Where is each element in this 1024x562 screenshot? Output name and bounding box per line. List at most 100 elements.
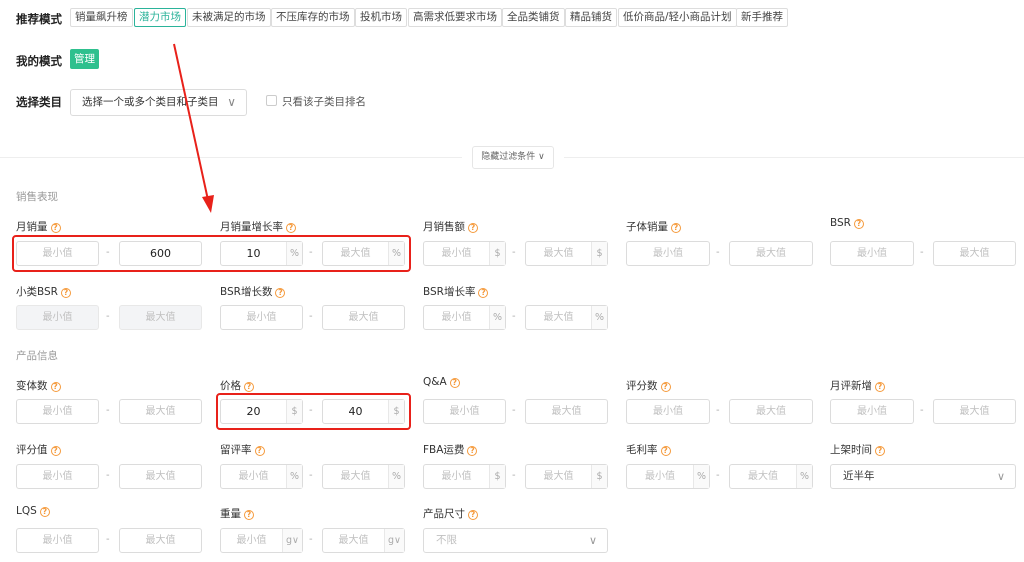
monthly-new-reviews-min-input[interactable]: 最小值 xyxy=(830,399,914,424)
tag-speculative-market[interactable]: 投机市场 xyxy=(355,8,407,27)
monthly-sales-label: 月销量? xyxy=(16,219,61,234)
help-icon[interactable]: ? xyxy=(478,288,489,298)
rating-min-input[interactable]: 最小值 xyxy=(16,464,99,489)
child-sales-max-input[interactable]: 最大值 xyxy=(729,241,813,266)
size-label: 产品尺寸? xyxy=(423,506,478,521)
fba-fee-max-ph: 最大值 xyxy=(543,471,574,482)
help-icon[interactable]: ? xyxy=(50,223,61,233)
rating-max-input[interactable]: 最大值 xyxy=(119,464,202,489)
help-icon[interactable]: ? xyxy=(244,510,254,520)
percent-unit: % xyxy=(388,465,404,488)
price-label-text: 价格 xyxy=(220,380,241,392)
category-select-text: 选择一个或多个类目和子类目 xyxy=(82,96,219,108)
qa-min-input[interactable]: 最小值 xyxy=(423,399,506,424)
divider-right xyxy=(564,157,1024,158)
range-dash: - xyxy=(106,311,110,322)
rating-label-text: 评分值 xyxy=(16,444,48,456)
sub-bsr-max-input[interactable]: 最大值 xyxy=(119,305,202,330)
help-icon[interactable]: ? xyxy=(671,223,681,233)
help-icon[interactable]: ? xyxy=(468,510,478,520)
help-icon[interactable]: ? xyxy=(449,378,460,388)
weight-unit-dropdown[interactable]: g∨ xyxy=(282,529,302,552)
bsr-growth-min-input[interactable]: 最小值 xyxy=(220,305,303,330)
help-icon[interactable]: ? xyxy=(244,382,254,392)
range-dash: - xyxy=(512,470,516,481)
bsr-growth-rate-min-input[interactable]: 最小值% xyxy=(423,305,506,330)
monthly-revenue-min-input[interactable]: 最小值 $ xyxy=(423,241,506,266)
bsr-min-input[interactable]: 最小值 xyxy=(830,241,914,266)
lqs-max-input[interactable]: 最大值 xyxy=(119,528,202,553)
variants-label-text: 变体数 xyxy=(16,380,48,392)
variants-label: 变体数? xyxy=(16,378,61,393)
qa-max-input[interactable]: 最大值 xyxy=(525,399,608,424)
tag-potential-market[interactable]: 潜力市场 xyxy=(134,8,186,27)
monthly-sales-growth-label-text: 月销量增长率 xyxy=(220,221,283,233)
help-icon[interactable]: ? xyxy=(39,507,50,517)
help-icon[interactable]: ? xyxy=(50,446,61,456)
category-select[interactable]: 选择一个或多个类目和子类目 ∨ xyxy=(70,89,247,116)
monthly-new-reviews-max-input[interactable]: 最大值 xyxy=(933,399,1016,424)
help-icon[interactable]: ? xyxy=(50,382,61,392)
weight-unit-dropdown[interactable]: g∨ xyxy=(384,529,404,552)
bsr-max-input[interactable]: 最大值 xyxy=(933,241,1016,266)
fba-fee-min-input[interactable]: 最小值 $ xyxy=(423,464,506,489)
bsr-growth-max-input[interactable]: 最大值 xyxy=(322,305,405,330)
tag-boutique[interactable]: 精品铺货 xyxy=(565,8,617,27)
bsr-growth-rate-max-input[interactable]: 最大值% xyxy=(525,305,608,330)
help-icon[interactable]: ? xyxy=(853,219,864,229)
help-icon[interactable]: ? xyxy=(275,288,286,298)
bsr-growth-label-text: BSR增长数 xyxy=(220,286,273,298)
help-icon[interactable]: ? xyxy=(60,288,71,298)
help-icon[interactable]: ? xyxy=(875,446,885,456)
sub-bsr-min-input[interactable]: 最小值 xyxy=(16,305,99,330)
reviews-label-text: 评分数 xyxy=(626,380,658,392)
hide-filters-button[interactable]: 隐藏过滤条件 ∨ xyxy=(472,146,554,169)
tag-sales-surge[interactable]: 销量飙升榜 xyxy=(70,8,133,27)
percent-unit: % xyxy=(591,306,607,329)
listing-time-select[interactable]: 近半年 ∨ xyxy=(830,464,1016,489)
tag-low-price-plan[interactable]: 低价商品/轻小商品计划 xyxy=(618,8,737,27)
size-value: 不限 xyxy=(436,534,457,546)
range-dash: - xyxy=(716,247,720,258)
chevron-down-icon: ∨ xyxy=(227,95,236,109)
reviews-max-input[interactable]: 最大值 xyxy=(729,399,813,424)
weight-max-input[interactable]: 最大值 g∨ xyxy=(322,528,405,553)
help-icon[interactable]: ? xyxy=(467,446,478,456)
help-icon[interactable]: ? xyxy=(660,446,671,456)
help-icon[interactable]: ? xyxy=(875,382,885,392)
size-select[interactable]: 不限 ∨ xyxy=(423,528,608,553)
child-sales-min-input[interactable]: 最小值 xyxy=(626,241,710,266)
weight-min-input[interactable]: 最小值 g∨ xyxy=(220,528,303,553)
monthly-sales-growth-label: 月销量增长率? xyxy=(220,219,296,234)
chevron-down-icon: ∨ xyxy=(538,152,545,162)
tag-unmet-market[interactable]: 未被满足的市场 xyxy=(187,8,271,27)
child-sales-label-text: 子体销量 xyxy=(626,221,668,233)
monthly-revenue-max-input[interactable]: 最大值 $ xyxy=(525,241,608,266)
price-label: 价格? xyxy=(220,378,254,393)
help-icon[interactable]: ? xyxy=(660,382,671,392)
variants-min-input[interactable]: 最小值 xyxy=(16,399,99,424)
help-icon[interactable]: ? xyxy=(468,223,478,233)
help-icon[interactable]: ? xyxy=(254,446,265,456)
margin-max-input[interactable]: 最大值% xyxy=(729,464,813,489)
review-rate-min-input[interactable]: 最小值% xyxy=(220,464,303,489)
tag-no-inventory-market[interactable]: 不压库存的市场 xyxy=(271,8,355,27)
tag-full-category[interactable]: 全品类铺货 xyxy=(502,8,565,27)
highlight-price-box xyxy=(216,393,411,430)
variants-max-input[interactable]: 最大值 xyxy=(119,399,202,424)
bsr-growth-rate-label: BSR增长率? xyxy=(423,284,489,299)
fba-fee-max-input[interactable]: 最大值 $ xyxy=(525,464,608,489)
help-icon[interactable]: ? xyxy=(286,223,296,233)
lqs-min-input[interactable]: 最小值 xyxy=(16,528,99,553)
tag-high-demand-low-req[interactable]: 高需求低要求市场 xyxy=(408,8,502,27)
manage-button[interactable]: 管理 xyxy=(70,49,99,69)
margin-label-text: 毛利率 xyxy=(626,444,658,456)
reviews-min-input[interactable]: 最小值 xyxy=(626,399,710,424)
subcategory-rank-checkbox[interactable] xyxy=(266,95,277,106)
review-rate-max-input[interactable]: 最大值% xyxy=(322,464,405,489)
percent-unit: % xyxy=(796,465,812,488)
category-label: 选择类目 xyxy=(16,95,62,109)
margin-min-ph: 最小值 xyxy=(645,471,675,482)
tag-beginner[interactable]: 新手推荐 xyxy=(736,8,788,27)
margin-min-input[interactable]: 最小值% xyxy=(626,464,710,489)
